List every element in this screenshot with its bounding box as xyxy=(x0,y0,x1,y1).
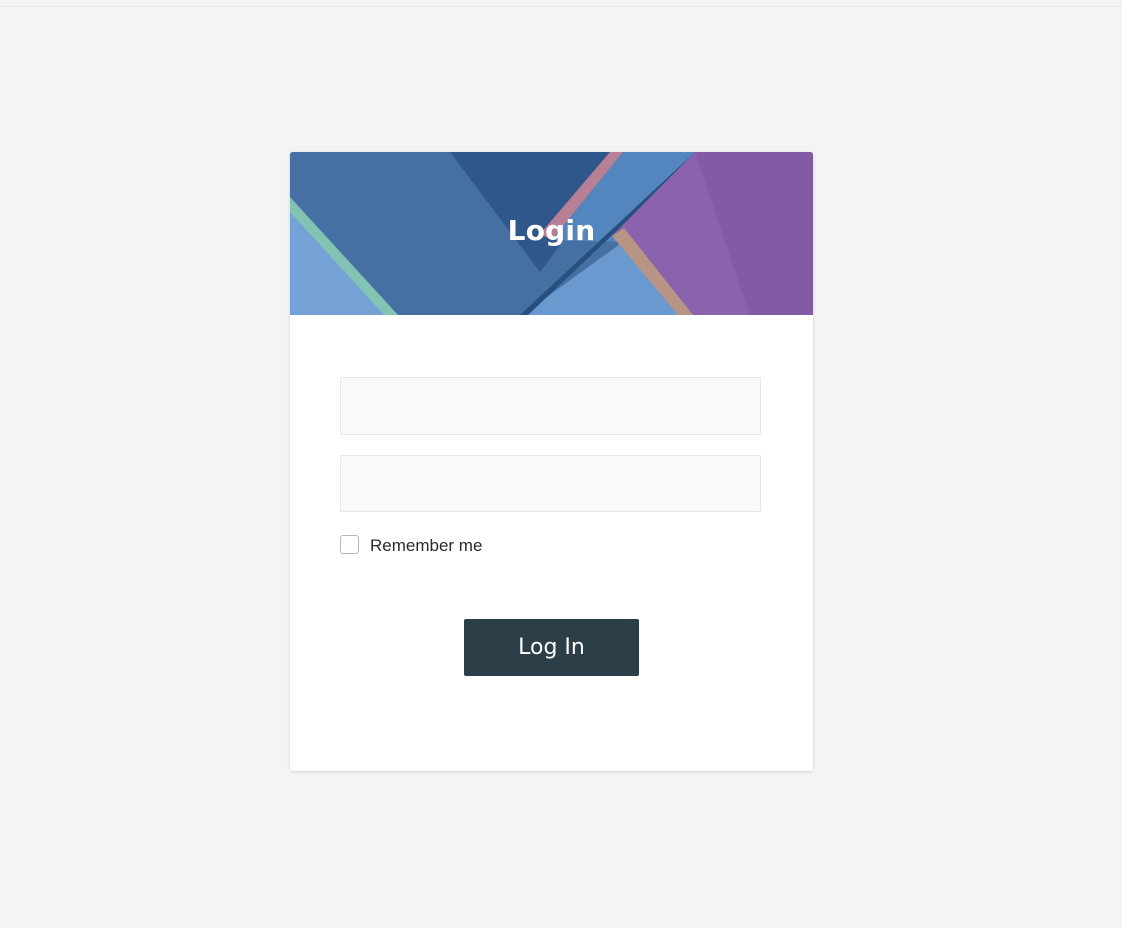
remember-me-checkbox[interactable] xyxy=(340,534,359,554)
login-card: Login Remember me Log In xyxy=(290,152,813,771)
login-banner: Login xyxy=(290,152,813,315)
remember-me-label[interactable]: Remember me xyxy=(370,536,482,556)
password-input[interactable] xyxy=(340,455,761,512)
login-button[interactable]: Log In xyxy=(464,619,639,676)
remember-me-row[interactable]: Remember me xyxy=(340,533,482,555)
login-title: Login xyxy=(507,214,596,247)
username-input[interactable] xyxy=(340,377,761,435)
top-divider xyxy=(0,6,1122,7)
